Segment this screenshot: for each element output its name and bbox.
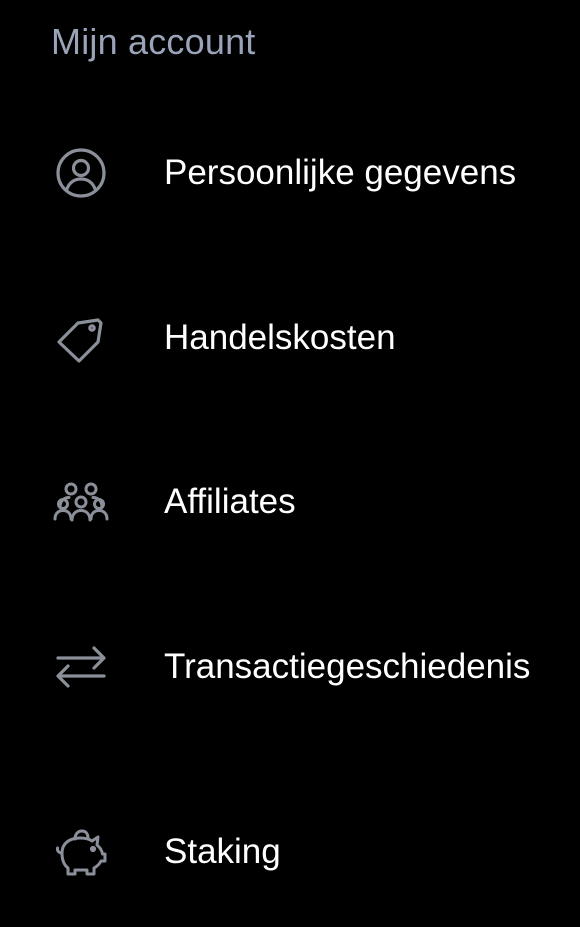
menu-item-label: Persoonlijke gegevens (164, 153, 517, 192)
menu-item-label: Handelskosten (164, 318, 396, 357)
menu-item-handelskosten[interactable]: Handelskosten (0, 283, 580, 393)
menu-item-label: Staking (164, 832, 281, 871)
menu-item-label: Transactiegeschiedenis (164, 647, 531, 686)
piggy-bank-icon (52, 823, 110, 881)
account-menu: Persoonlijke gegevens Handelskosten Affi… (0, 0, 580, 927)
menu-item-transactiegeschiedenis[interactable]: Transactiegeschiedenis (0, 612, 580, 722)
menu-item-staking[interactable]: Staking (0, 797, 580, 907)
menu-item-persoonlijke-gegevens[interactable]: Persoonlijke gegevens (0, 118, 580, 228)
menu-item-affiliates[interactable]: Affiliates (0, 447, 580, 557)
price-tag-icon (52, 309, 110, 367)
people-group-icon (52, 473, 110, 531)
swap-arrows-icon (52, 638, 110, 696)
menu-item-label: Affiliates (164, 482, 296, 521)
user-circle-icon (52, 144, 110, 202)
